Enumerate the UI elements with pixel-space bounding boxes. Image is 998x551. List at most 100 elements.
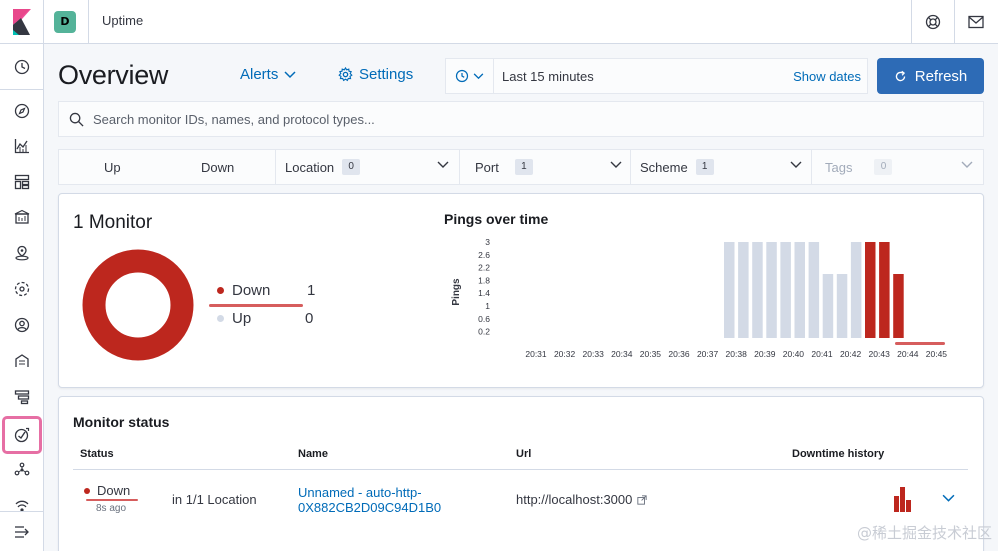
location-text: in 1/1 Location	[172, 492, 257, 507]
legend-up-label: Up	[232, 310, 252, 327]
chevron-down-icon	[790, 161, 802, 168]
bar-down[interactable]	[879, 242, 890, 338]
legend-down: Down	[217, 282, 270, 299]
legend-up-count: 0	[305, 310, 314, 327]
snapshot-panel: 1 Monitor Down 1 Up 0 Pings over time Pi…	[58, 193, 984, 388]
bar-up[interactable]	[822, 274, 834, 338]
x-tick-label: 20:42	[840, 349, 862, 359]
nav-dashboard[interactable]	[8, 169, 36, 195]
date-range-text[interactable]: Last 15 minutes	[502, 69, 594, 84]
x-tick-label: 20:32	[554, 349, 576, 359]
settings-label: Settings	[359, 66, 414, 83]
alerts-button[interactable]: Alerts	[240, 66, 296, 83]
kibana-logo[interactable]	[0, 0, 44, 44]
nav-apm[interactable]	[8, 384, 36, 410]
clock-icon	[14, 59, 30, 75]
annotation-underline	[86, 499, 138, 501]
x-tick-label: 20:36	[668, 349, 690, 359]
y-tick-label: 2.2	[478, 263, 490, 273]
app-title[interactable]: Uptime	[102, 13, 143, 28]
pings-chart-title: Pings over time	[444, 211, 549, 227]
search-input[interactable]	[93, 102, 973, 136]
refresh-label: Refresh	[914, 67, 968, 85]
filter-scheme-label: Scheme	[640, 159, 688, 175]
bar-up[interactable]	[808, 242, 820, 338]
menu-collapse-icon	[15, 525, 29, 538]
bar-down[interactable]	[865, 242, 876, 338]
column-header-downtime: Downtime history	[792, 448, 885, 460]
x-tick-label: 20:31	[525, 349, 547, 359]
visualize-icon	[14, 139, 29, 154]
nav-maps[interactable]	[8, 240, 36, 266]
filter-up-label: Up	[104, 159, 121, 175]
y-tick-label: 1.4	[478, 288, 490, 298]
alerts-label: Alerts	[240, 66, 279, 83]
monitor-url-link[interactable]: http://localhost:3000	[516, 492, 647, 507]
filter-divider	[630, 150, 631, 184]
settings-button[interactable]: Settings	[338, 66, 413, 83]
bar-up[interactable]	[794, 242, 806, 338]
show-dates-link[interactable]: Show dates	[793, 69, 861, 84]
legend-up: Up	[217, 310, 251, 327]
x-tick-label: 20:38	[726, 349, 748, 359]
quick-select-button[interactable]	[446, 59, 494, 93]
annotation-underline	[895, 342, 945, 345]
filter-tags-label: Tags	[825, 159, 853, 175]
uptime-icon	[14, 427, 30, 443]
x-tick-label: 20:34	[611, 349, 633, 359]
filter-up-button[interactable]: Up	[104, 150, 121, 184]
table-header-divider	[73, 469, 968, 470]
column-header-name[interactable]: Name	[298, 448, 328, 460]
nav-discover[interactable]	[8, 98, 36, 124]
bar-up[interactable]	[766, 242, 777, 338]
x-tick-label: 20:44	[897, 349, 919, 359]
nav-logs[interactable]	[8, 348, 36, 374]
help-button[interactable]	[911, 0, 954, 44]
space-avatar[interactable]: D	[54, 11, 76, 33]
x-tick-label: 20:41	[811, 349, 833, 359]
filter-scheme[interactable]: Scheme 1	[640, 150, 714, 184]
monitor-name-link[interactable]: Unnamed - auto-http- 0X882CB2D09C94D1B0	[298, 485, 441, 515]
nav-collapse-button[interactable]	[0, 511, 44, 551]
canvas-icon	[14, 209, 30, 224]
column-header-status[interactable]: Status	[80, 448, 114, 460]
chevron-down-icon	[942, 494, 955, 502]
monitor-name-line1: Unnamed - auto-http-	[298, 485, 422, 500]
nav-graph[interactable]	[8, 457, 36, 483]
bar-up[interactable]	[752, 242, 763, 338]
chevron-down-icon	[961, 161, 973, 168]
nav-canvas[interactable]	[8, 204, 36, 230]
status-text: Down	[97, 483, 131, 498]
bar-up[interactable]	[836, 274, 848, 338]
nav-metrics[interactable]	[8, 312, 36, 338]
chevron-down-icon	[437, 161, 449, 168]
expand-row-button[interactable]	[942, 492, 955, 507]
bar-down[interactable]	[893, 274, 904, 338]
bar-up[interactable]	[738, 242, 749, 338]
column-header-url[interactable]: Url	[516, 448, 531, 460]
bar-up[interactable]	[724, 242, 735, 338]
filter-location-label: Location	[285, 159, 335, 175]
nav-uptime[interactable]	[2, 416, 42, 454]
filter-scheme-count: 1	[695, 159, 714, 175]
downtime-history-sparkline	[894, 487, 911, 512]
newsfeed-button[interactable]	[954, 0, 997, 44]
legend-down-label: Down	[232, 282, 271, 299]
dashboard-icon	[14, 174, 30, 190]
nav-ml[interactable]	[8, 276, 36, 302]
status-badge: Down	[84, 483, 130, 498]
bar-up[interactable]	[850, 242, 862, 338]
filter-down-button[interactable]: Down	[201, 150, 234, 184]
nav-recent[interactable]	[8, 54, 36, 80]
bar-up[interactable]	[780, 242, 791, 338]
filter-location[interactable]: Location 0	[285, 150, 361, 184]
top-header: D Uptime	[0, 0, 998, 44]
refresh-button[interactable]: Refresh	[877, 58, 984, 94]
side-nav	[0, 44, 44, 551]
filter-tags: Tags 0	[825, 150, 893, 184]
nav-visualize[interactable]	[8, 133, 36, 159]
monitor-status-title: Monitor status	[73, 414, 170, 430]
filter-port[interactable]: Port 1	[475, 150, 533, 184]
annotation-underline	[209, 304, 303, 307]
search-icon	[69, 112, 84, 127]
